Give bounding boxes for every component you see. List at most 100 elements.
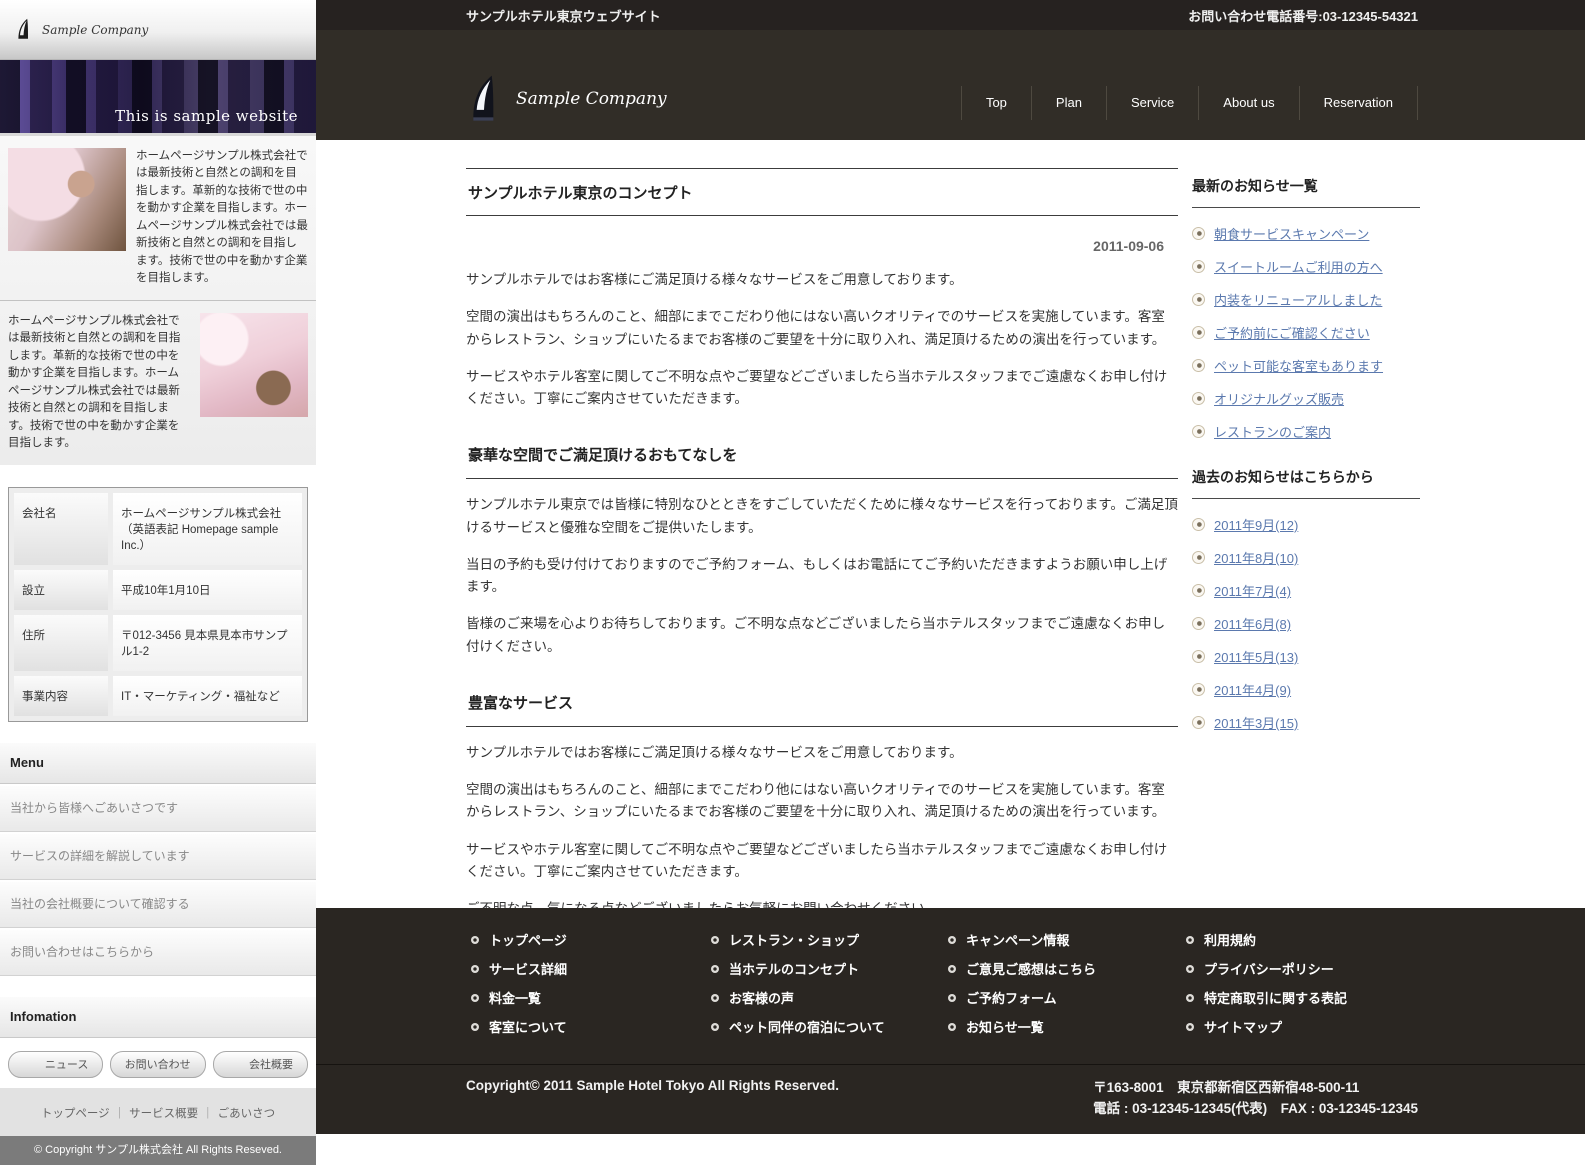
- list-item: レストラン・ショップ: [711, 930, 948, 949]
- sidebar-item-service[interactable]: サービスの詳細を解説しています: [0, 831, 316, 880]
- bullet-icon: [1186, 993, 1194, 1002]
- cherry-blossom-photo: [200, 312, 308, 417]
- hotel-site-panel: サンプルホテル東京ウェブサイト お問い合わせ電話番号:03-12345-5432…: [316, 0, 1585, 1134]
- news-link[interactable]: レストランのご案内: [1214, 422, 1331, 441]
- table-value: IT・マーケティング・福祉など: [113, 675, 302, 716]
- hotel-logo[interactable]: Sample Company: [468, 74, 667, 124]
- news-link[interactable]: オリジナルグッズ販売: [1214, 389, 1344, 408]
- hotel-copyright: Copyright© 2011 Sample Hotel Tokyo All R…: [466, 1078, 840, 1093]
- sidebar-item-contact[interactable]: お問い合わせはこちらから: [0, 927, 316, 976]
- bullet-icon: [711, 964, 719, 973]
- sail-logo-icon: [16, 18, 32, 42]
- footer-column-4: 利用規約 プライバシーポリシー 特定商取引に関する表記 サイトマップ: [1186, 930, 1347, 1046]
- footer-link[interactable]: サービス詳細: [489, 959, 567, 978]
- nav-reservation[interactable]: Reservation: [1298, 86, 1418, 120]
- archive-link[interactable]: 2011年6月(8): [1214, 614, 1291, 633]
- company-logo-bar: Sample Company: [0, 0, 316, 60]
- nav-plan[interactable]: Plan: [1030, 86, 1106, 120]
- list-item: 2011年7月(4): [1192, 581, 1420, 600]
- list-item: ペット同伴の宿泊について: [711, 1017, 948, 1036]
- footnav-separator: ｜: [202, 1107, 214, 1120]
- bullet-icon: [1192, 293, 1205, 306]
- archive-link[interactable]: 2011年5月(13): [1214, 647, 1298, 666]
- list-item: ご予約前にご確認ください: [1192, 323, 1420, 342]
- article-paragraph: サンプルホテル東京では皆様に特別なひとときをすごしていただくために様々なサービス…: [466, 497, 1178, 535]
- footer-link[interactable]: ご意見ご感想はこちら: [966, 959, 1096, 978]
- intro-block-1: ホームページサンプル株式会社では最新技術と自然との調和を目指します。革新的な技術…: [0, 136, 316, 300]
- company-overview-button[interactable]: 会社概要: [212, 1050, 308, 1078]
- bullet-icon: [948, 1022, 956, 1031]
- nav-service[interactable]: Service: [1105, 86, 1198, 120]
- nav-top[interactable]: Top: [960, 86, 1031, 120]
- company-logo-text: Sample Company: [42, 22, 149, 37]
- footer-link[interactable]: 料金一覧: [489, 988, 541, 1007]
- list-item: サービス詳細: [471, 959, 711, 978]
- news-button[interactable]: ニュース: [8, 1050, 104, 1078]
- footer-link[interactable]: 特定商取引に関する表記: [1204, 988, 1347, 1007]
- hotel-address-block: 〒163-8001 東京都新宿区西新宿48-500-11 電話 : 03-123…: [1093, 1078, 1418, 1134]
- footer-link-columns: トップページ サービス詳細 料金一覧 客室について レストラン・ショップ 当ホテ…: [316, 908, 1585, 1046]
- footer-link[interactable]: ペット同伴の宿泊について: [729, 1017, 885, 1036]
- footer-link[interactable]: 利用規約: [1204, 930, 1256, 949]
- hotel-logo-text: Sample Company: [516, 89, 667, 109]
- bullet-icon: [1192, 551, 1205, 564]
- article-paragraph: サンプルホテルではお客様にご満足頂ける様々なサービスをご用意しております。: [466, 744, 963, 760]
- section-title-omotenashi: 豪華な空間でご満足頂けるおもてなしを: [466, 444, 1178, 480]
- footnav-link-top[interactable]: トップページ: [41, 1108, 110, 1120]
- footer-link[interactable]: お客様の声: [729, 988, 794, 1007]
- information-heading: Infomation: [0, 995, 316, 1038]
- sidebar-item-company[interactable]: 当社の会社概要について確認する: [0, 879, 316, 928]
- footer-link[interactable]: トップページ: [489, 930, 567, 949]
- bullet-icon: [1186, 964, 1194, 973]
- list-item: レストランのご案内: [1192, 422, 1420, 441]
- company-footer-nav: トップページ｜サービス概要｜ごあいさつ: [0, 1087, 316, 1136]
- footnav-separator: ｜: [113, 1107, 126, 1120]
- article-paragraph: サンプルホテルではお客様にご満足頂ける様々なサービスをご用意しております。: [466, 272, 963, 287]
- list-item: 2011年6月(8): [1192, 614, 1420, 633]
- list-item: 特定商取引に関する表記: [1186, 988, 1347, 1007]
- list-item: サイトマップ: [1186, 1017, 1347, 1036]
- article-title: サンプルホテル東京のコンセプト: [466, 168, 1178, 216]
- footer-bottom-bar: Copyright© 2011 Sample Hotel Tokyo All R…: [316, 1064, 1585, 1134]
- footer-column-1: トップページ サービス詳細 料金一覧 客室について: [471, 930, 711, 1046]
- news-link[interactable]: 内装をリニューアルしました: [1214, 290, 1382, 309]
- table-row: 設立 平成10年1月10日: [14, 569, 302, 610]
- list-item: 内装をリニューアルしました: [1192, 290, 1420, 309]
- footnav-link-greeting[interactable]: ごあいさつ: [218, 1108, 276, 1120]
- footer-link[interactable]: 客室について: [489, 1017, 567, 1036]
- list-item: 当ホテルのコンセプト: [711, 959, 948, 978]
- archive-link[interactable]: 2011年9月(12): [1214, 515, 1298, 534]
- footer-link[interactable]: キャンペーン情報: [966, 930, 1069, 949]
- nav-about-us[interactable]: About us: [1198, 86, 1298, 120]
- content-area: サンプルホテル東京のコンセプト 2011-09-06 サンプルホテルではお客様に…: [316, 140, 1585, 983]
- news-link[interactable]: ペット可能な客室もあります: [1214, 356, 1383, 375]
- table-label: 事業内容: [14, 675, 108, 716]
- archive-link[interactable]: 2011年4月(9): [1214, 680, 1291, 699]
- table-value: 〒012-3456 見本県見本市サンプル1-2: [113, 614, 302, 671]
- contact-button[interactable]: お問い合わせ: [110, 1050, 206, 1078]
- intro-text-1: ホームページサンプル株式会社では最新技術と自然との調和を目指します。革新的な技術…: [136, 150, 308, 285]
- footer-link[interactable]: ご予約フォーム: [966, 988, 1057, 1007]
- bullet-icon: [471, 964, 479, 973]
- footer-link[interactable]: レストラン・ショップ: [729, 930, 859, 949]
- archive-link[interactable]: 2011年3月(15): [1214, 713, 1298, 732]
- company-copyright: © Copyright サンプル株式会社 All Rights Reseved.: [0, 1135, 316, 1165]
- news-link[interactable]: 朝食サービスキャンペーン: [1214, 224, 1369, 243]
- sail-logo-icon: [468, 74, 502, 124]
- footer-link[interactable]: プライバシーポリシー: [1204, 959, 1334, 978]
- address-line: 〒163-8001 東京都新宿区西新宿48-500-11: [1093, 1080, 1360, 1095]
- list-item: スイートルームご利用の方へ: [1192, 257, 1420, 276]
- footer-link[interactable]: 当ホテルのコンセプト: [729, 959, 859, 978]
- archive-link[interactable]: 2011年8月(10): [1214, 548, 1298, 567]
- site-name-text: サンプルホテル東京ウェブサイト: [466, 8, 661, 24]
- news-link[interactable]: スイートルームご利用の方へ: [1214, 257, 1383, 276]
- archive-link[interactable]: 2011年7月(4): [1214, 581, 1291, 600]
- footer-link[interactable]: お知らせ一覧: [966, 1017, 1044, 1036]
- news-link[interactable]: ご予約前にご確認ください: [1214, 323, 1370, 342]
- footer-link[interactable]: サイトマップ: [1204, 1017, 1282, 1036]
- sidebar-item-greeting[interactable]: 当社から皆様へごあいさつです: [0, 783, 316, 832]
- list-item: オリジナルグッズ販売: [1192, 389, 1420, 408]
- footnav-link-service[interactable]: サービス概要: [129, 1108, 198, 1120]
- main-nav: Top Plan Service About us Reservation: [960, 86, 1418, 120]
- list-item: ペット可能な客室もあります: [1192, 356, 1420, 375]
